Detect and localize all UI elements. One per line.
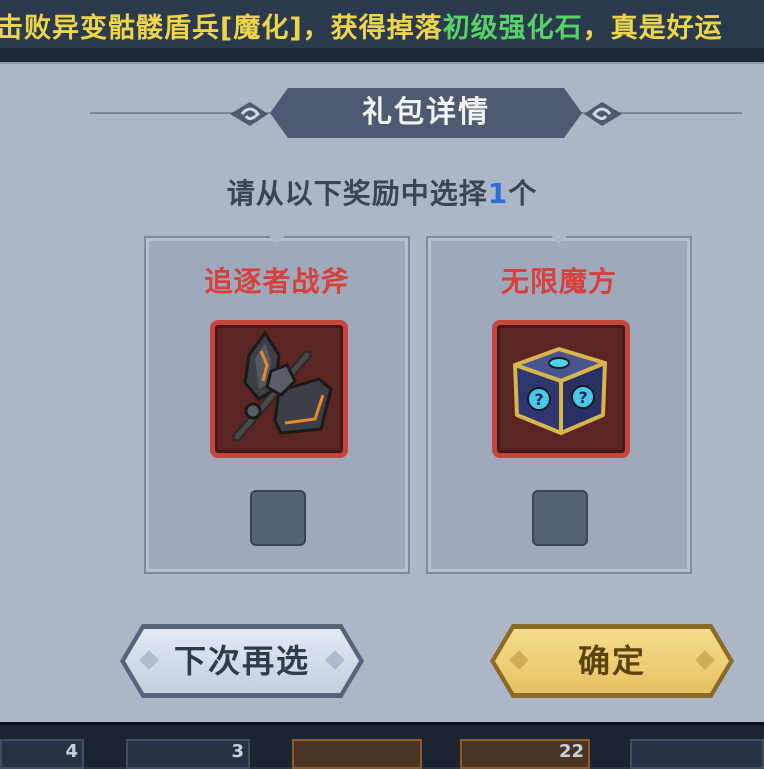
reward-name: 无限魔方 xyxy=(500,265,617,298)
inventory-slot[interactable] xyxy=(292,739,422,769)
broadcast-text-part2: ，真是好运 xyxy=(582,13,723,44)
battle-axe-icon xyxy=(232,330,333,442)
broadcast-text-part1: 击败异变骷髅盾兵[魔化]，获得掉落 xyxy=(0,13,443,44)
selection-count: 1 xyxy=(487,177,509,210)
inventory-slot[interactable]: 4 xyxy=(0,739,84,769)
instruction-suffix: 个 xyxy=(508,177,538,210)
svg-text:?: ? xyxy=(534,390,543,409)
slot-count: 22 xyxy=(558,741,584,762)
choose-later-button[interactable]: 下次再选 xyxy=(120,624,364,698)
card-notch xyxy=(551,236,567,244)
reward-select-checkbox[interactable] xyxy=(532,490,588,546)
inventory-slot[interactable]: 22 xyxy=(460,739,590,769)
inventory-strip: 4 3 22 xyxy=(0,722,764,769)
inventory-slot[interactable] xyxy=(630,739,764,769)
reward-card-magic-cube[interactable]: 无限魔方 ? ? xyxy=(426,236,692,574)
selection-instruction: 请从以下奖励中选择1个 xyxy=(0,172,764,212)
reward-item-slot[interactable]: ? ? xyxy=(492,320,630,458)
svg-text:?: ? xyxy=(578,388,587,407)
broadcast-ticker: 击败异变骷髅盾兵[魔化]，获得掉落初级强化石，真是好运 xyxy=(0,0,764,50)
magic-cube-icon: ? ? xyxy=(513,347,607,435)
card-notch xyxy=(269,236,285,244)
slot-count: 3 xyxy=(231,741,244,762)
choose-later-label: 下次再选 xyxy=(173,642,310,680)
confirm-button[interactable]: 确定 xyxy=(490,624,734,698)
reward-item-slot[interactable] xyxy=(210,320,348,458)
reward-card-battle-axe[interactable]: 追逐者战斧 xyxy=(144,236,410,574)
reward-select-checkbox[interactable] xyxy=(250,490,306,546)
inventory-slot[interactable]: 3 xyxy=(126,739,250,769)
broadcast-item-name: 初级强化石 xyxy=(442,13,583,44)
instruction-prefix: 请从以下奖励中选择 xyxy=(226,177,488,210)
broadcast-message: 击败异变骷髅盾兵[魔化]，获得掉落初级强化石，真是好运 xyxy=(0,6,723,45)
confirm-label: 确定 xyxy=(577,642,646,680)
reward-name: 追逐者战斧 xyxy=(204,265,350,298)
slot-count: 4 xyxy=(65,741,78,762)
dialog-title: 礼包详情 xyxy=(362,95,490,130)
